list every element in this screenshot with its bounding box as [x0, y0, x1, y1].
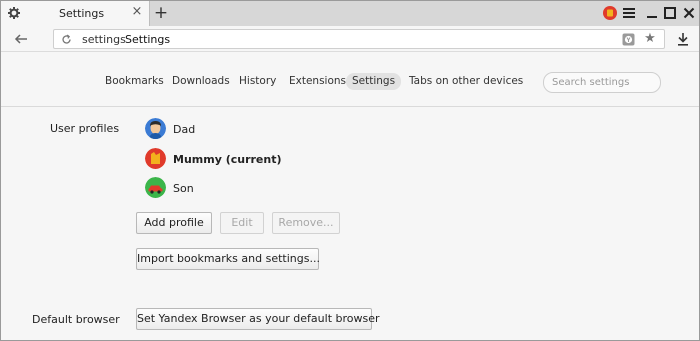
reload-icon[interactable] [61, 34, 72, 45]
bookmark-star-icon[interactable]: ★ [643, 32, 657, 46]
woman-avatar-icon[interactable] [145, 148, 166, 169]
browser-window: Settings × + settings Settings ★ Bookmar… [0, 0, 700, 341]
tab-title: Settings [59, 7, 105, 20]
maximize-icon[interactable] [664, 7, 676, 19]
default-browser-label: Default browser [32, 313, 120, 326]
nav-bookmarks[interactable]: Bookmarks [105, 73, 164, 90]
title-bar: Settings × + [1, 1, 699, 26]
nav-history[interactable]: History [239, 73, 276, 90]
import-bookmarks-button[interactable]: Import bookmarks and settings... [136, 248, 320, 270]
profile-name-dad[interactable]: Dad [173, 123, 195, 136]
search-settings-input[interactable] [543, 72, 661, 93]
address-bar-row: settings Settings ★ [1, 26, 699, 52]
tab-settings[interactable]: Settings × [1, 1, 150, 26]
address-title: Settings [125, 33, 171, 46]
new-tab-button[interactable]: + [153, 4, 169, 22]
back-arrow-icon[interactable] [13, 31, 29, 47]
nav-tabs-other-devices[interactable]: Tabs on other devices [409, 73, 523, 90]
edit-profile-button[interactable]: Edit [220, 212, 264, 234]
remove-profile-button[interactable]: Remove... [272, 212, 340, 234]
nav-downloads[interactable]: Downloads [172, 73, 230, 90]
add-profile-button[interactable]: Add profile [136, 212, 212, 234]
nav-divider [1, 106, 699, 107]
address-prefix: settings [82, 33, 126, 46]
nav-extensions[interactable]: Extensions [289, 73, 346, 90]
minimize-icon[interactable] [646, 7, 658, 19]
download-icon[interactable] [677, 32, 689, 46]
settings-nav: Bookmarks Downloads History Extensions S… [1, 53, 699, 105]
set-default-browser-button[interactable]: Set Yandex Browser as your default brows… [136, 308, 380, 330]
profile-avatar-icon[interactable] [603, 6, 617, 20]
user-profiles-label: User profiles [50, 122, 120, 135]
man-avatar-icon[interactable] [145, 118, 166, 139]
protect-shield-icon[interactable] [622, 33, 635, 46]
address-bar[interactable]: settings Settings ★ [53, 29, 665, 49]
profile-name-son[interactable]: Son [173, 182, 194, 195]
gear-icon [8, 7, 20, 19]
nav-settings[interactable]: Settings [346, 73, 402, 90]
close-window-icon[interactable] [683, 7, 695, 19]
tab-close-icon[interactable]: × [130, 5, 144, 19]
profile-name-mummy[interactable]: Mummy (current) [173, 153, 282, 166]
car-avatar-icon[interactable] [145, 177, 166, 198]
menu-icon[interactable] [623, 7, 635, 19]
